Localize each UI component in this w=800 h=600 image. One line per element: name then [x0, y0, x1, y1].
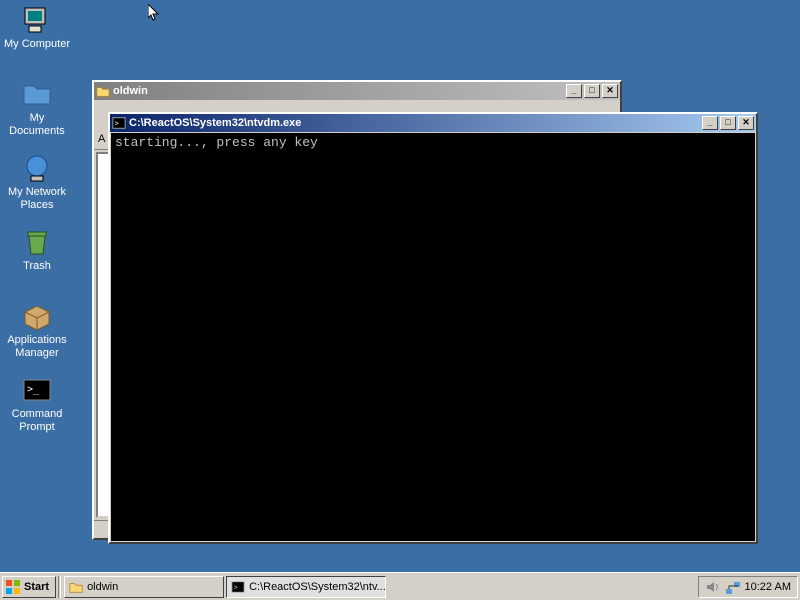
- taskbar-button-label: C:\ReactOS\System32\ntv...: [249, 581, 386, 593]
- console-output[interactable]: starting..., press any key: [111, 133, 755, 541]
- computer-icon: [21, 4, 53, 36]
- system-tray: 10:22 AM: [698, 576, 798, 598]
- start-logo-icon: [5, 579, 21, 595]
- maximize-button[interactable]: □: [584, 84, 600, 98]
- window-title: C:\ReactOS\System32\ntvdm.exe: [129, 117, 700, 129]
- taskbar: Start oldwin > C:\ReactOS\System32\ntv..…: [0, 572, 800, 600]
- taskbar-separator: [58, 576, 61, 598]
- window-title: oldwin: [113, 85, 564, 97]
- volume-icon[interactable]: [705, 579, 721, 595]
- desktop-icon-my-documents[interactable]: My Documents: [2, 78, 72, 138]
- maximize-button[interactable]: □: [720, 116, 736, 130]
- desktop-icon-my-computer[interactable]: My Computer: [2, 4, 72, 51]
- explorer-titlebar[interactable]: oldwin _ □ ✕: [94, 82, 620, 100]
- console-icon: >: [112, 116, 126, 130]
- taskbar-button-oldwin[interactable]: oldwin: [64, 576, 224, 598]
- folder-icon: [96, 84, 110, 98]
- icon-label: My Computer: [4, 38, 70, 51]
- console-window[interactable]: > C:\ReactOS\System32\ntvdm.exe _ □ ✕ st…: [108, 112, 758, 544]
- icon-label: Command Prompt: [2, 408, 72, 434]
- folder-icon: [69, 580, 83, 594]
- svg-text:>: >: [115, 120, 119, 128]
- close-button[interactable]: ✕: [602, 84, 618, 98]
- icon-label: Trash: [23, 260, 51, 273]
- start-label: Start: [24, 581, 49, 593]
- clock[interactable]: 10:22 AM: [745, 581, 791, 593]
- start-button[interactable]: Start: [2, 576, 56, 598]
- network-tray-icon[interactable]: [725, 579, 741, 595]
- package-icon: [21, 300, 53, 332]
- desktop-icon-applications-manager[interactable]: Applications Manager: [2, 300, 72, 360]
- icon-label: Applications Manager: [2, 334, 72, 360]
- icon-label: My Documents: [2, 112, 72, 138]
- close-button[interactable]: ✕: [738, 116, 754, 130]
- console-icon: >: [231, 580, 245, 594]
- taskbar-button-ntvdm[interactable]: > C:\ReactOS\System32\ntv...: [226, 576, 386, 598]
- icon-label: My Network Places: [2, 186, 72, 212]
- desktop-icon-my-network-places[interactable]: My Network Places: [2, 152, 72, 212]
- desktop[interactable]: My Computer My Documents My Network Plac…: [0, 0, 800, 572]
- minimize-button[interactable]: _: [566, 84, 582, 98]
- desktop-icon-command-prompt[interactable]: >_ Command Prompt: [2, 374, 72, 434]
- console-titlebar[interactable]: > C:\ReactOS\System32\ntvdm.exe _ □ ✕: [110, 114, 756, 132]
- desktop-icon-trash[interactable]: Trash: [2, 226, 72, 273]
- folder-icon: [21, 78, 53, 110]
- address-label: A: [98, 133, 105, 145]
- svg-text:>: >: [234, 583, 238, 591]
- svg-text:>_: >_: [27, 384, 40, 395]
- trash-icon: [21, 226, 53, 258]
- terminal-icon: >_: [21, 374, 53, 406]
- minimize-button[interactable]: _: [702, 116, 718, 130]
- taskbar-button-label: oldwin: [87, 581, 118, 593]
- network-icon: [21, 152, 53, 184]
